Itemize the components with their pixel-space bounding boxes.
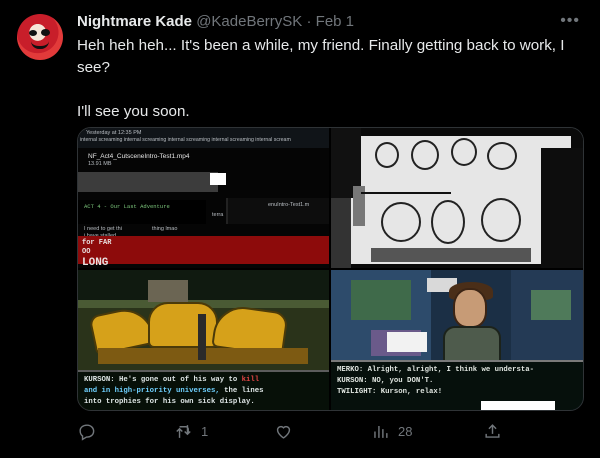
like-button[interactable] — [274, 422, 293, 441]
tweet-header: Nightmare Kade @KadeBerrySK · Feb 1 — [77, 12, 354, 32]
dialogue-line: and in high-priority universes, the line… — [84, 387, 264, 395]
heart-icon — [276, 425, 291, 439]
dialogue-line: into trophies for his own sick display. — [84, 398, 255, 406]
dialogue-line: MERKO: Alright, alright, I think we unde… — [337, 366, 535, 374]
glitch-fragment: terra — [212, 212, 224, 218]
reply-button[interactable] — [77, 422, 96, 441]
views-button[interactable]: 28 — [371, 422, 412, 441]
retweet-icon — [176, 425, 191, 438]
retweet-count: 1 — [201, 424, 209, 439]
chat-timestamp: Yesterday at 12:35 PM — [86, 130, 142, 136]
file-name: NF_Act4_CutsceneIntro-Test1.mp4 — [88, 153, 190, 160]
reply-icon — [79, 424, 95, 441]
chat-emphasis: for FAR — [82, 239, 112, 247]
tweet-actions: 1 28 — [77, 422, 507, 450]
media-image-4[interactable]: MERKO: Alright, alright, I think we unde… — [331, 270, 583, 410]
retweet-button[interactable]: 1 — [174, 422, 208, 441]
tweet-date[interactable]: Feb 1 — [316, 13, 354, 30]
more-options-icon[interactable]: ••• — [560, 12, 580, 30]
user-handle[interactable]: @KadeBerrySK — [196, 13, 302, 30]
chat-emphasis: LONG — [82, 257, 109, 268]
glitch-fragment: enuIntro-Test1.m — [268, 202, 310, 208]
share-icon — [485, 424, 500, 438]
chat-emphasis: OO — [82, 248, 91, 256]
avatar[interactable] — [17, 14, 63, 60]
dialogue-line: TWILIGHT: Kurson, relax! — [337, 388, 443, 396]
share-button[interactable] — [483, 422, 502, 441]
dialogue-line: KURSON: He's gone out of his way to kill — [84, 376, 260, 384]
display-name[interactable]: Nightmare Kade — [77, 13, 192, 30]
views-count: 28 — [398, 424, 413, 439]
file-size: 13.91 MB — [88, 161, 112, 167]
media-grid: Yesterday at 12:35 PM internal screaming… — [77, 127, 584, 411]
act-title: ACT 4 - Our Last Adventure — [84, 203, 170, 210]
media-image-3[interactable]: KURSON: He's gone out of his way to kill… — [78, 270, 329, 410]
tweet-text-line: Heh heh heh... It's been a while, my fri… — [77, 37, 565, 76]
dialogue-line: KURSON: NO, you DON'T. — [337, 377, 434, 385]
views-icon — [374, 425, 388, 438]
tweet-text-line: I'll see you soon. — [77, 103, 190, 120]
scream-line: internal screaming internal screaming in… — [80, 137, 291, 143]
media-image-1[interactable]: Yesterday at 12:35 PM internal screaming… — [78, 128, 329, 268]
dialogue-box: KURSON: He's gone out of his way to kill… — [78, 370, 329, 410]
chat-message: I need to get thi — [84, 226, 122, 232]
separator-dot: · — [306, 13, 312, 30]
chat-message: thing lmao — [152, 226, 178, 232]
media-image-2[interactable] — [331, 128, 583, 268]
